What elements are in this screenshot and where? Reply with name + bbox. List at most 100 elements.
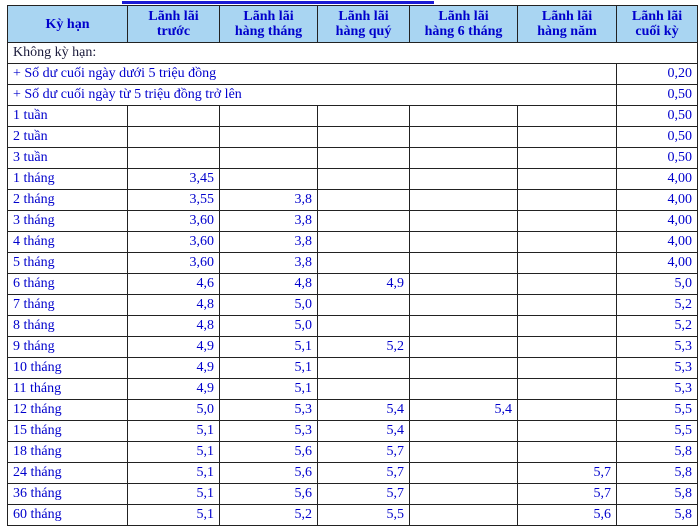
rate-cell: 3,45 [127,168,220,190]
term-cell: 6 tháng [7,273,128,295]
table-row: 11 tháng 4,9 5,1 5,3 [7,378,698,400]
rate-cell [409,189,518,211]
rate-cell [517,231,617,253]
rate-cell: 5,6 [219,483,318,505]
term-cell: 18 tháng [7,441,128,463]
term-cell: 10 tháng [7,357,128,379]
rate-cell [317,378,410,400]
interest-rate-table: Kỳ hạn Lãnh lãi trước Lãnh lãi hàng tháng … [7,5,698,526]
rate-cell: 5,1 [219,336,318,358]
rate-cell [409,483,518,505]
top-accent-line [122,1,434,4]
rate-cell [517,399,617,421]
rate-cell: 4,00 [616,231,698,253]
rate-cell [219,147,318,169]
rate-cell [409,168,518,190]
rate-cell [517,441,617,463]
rate-cell [517,273,617,295]
term-cell: 15 tháng [7,420,128,442]
rate-cell: 4,9 [127,336,220,358]
rate-cell [219,105,318,127]
rate-cell: 0,50 [616,126,698,148]
rate-cell: 5,1 [127,420,220,442]
table-row: 7 tháng 4,8 5,0 5,2 [7,294,698,316]
rate-cell [127,147,220,169]
term-cell: 11 tháng [7,378,128,400]
rate-cell: 5,6 [219,462,318,484]
table-row: 4 tháng 3,60 3,8 4,00 [7,231,698,253]
rate-cell: 5,1 [219,378,318,400]
rate-cell [219,168,318,190]
rate-cell: 3,60 [127,252,220,274]
term-cell: 8 tháng [7,315,128,337]
rate-cell: 5,2 [616,294,698,316]
rate-cell [517,294,617,316]
rate-cell: 5,0 [219,294,318,316]
table-row: 18 tháng 5,1 5,6 5,7 5,8 [7,441,698,463]
rate-cell: 5,1 [127,441,220,463]
table-row: 10 tháng 4,9 5,1 5,3 [7,357,698,379]
rate-cell [409,126,518,148]
demand-row: + Số dư cuối ngày dưới 5 triệu đồng 0,20 [7,63,698,85]
rate-cell: 3,60 [127,231,220,253]
rate-cell [317,210,410,232]
header-row: Kỳ hạn Lãnh lãi trước Lãnh lãi hàng tháng … [7,5,698,43]
col-header-interest-6-monthly: Lãnh lãi hàng 6 tháng [409,5,518,43]
term-cell: 7 tháng [7,294,128,316]
demand-row-rate: 0,50 [616,84,698,106]
term-cell: 3 tuần [7,147,128,169]
term-cell: 60 tháng [7,504,128,526]
rate-cell [317,126,410,148]
rate-cell: 5,4 [317,399,410,421]
table-row: 9 tháng 4,9 5,1 5,2 5,3 [7,336,698,358]
rate-cell [317,357,410,379]
rate-cell: 3,55 [127,189,220,211]
col-header-term: Kỳ hạn [7,5,128,43]
rate-cell: 5,5 [317,504,410,526]
rate-cell [517,420,617,442]
rate-cell: 4,9 [127,378,220,400]
table-row: 3 tháng 3,60 3,8 4,00 [7,210,698,232]
rate-cell [517,168,617,190]
rate-cell: 5,2 [317,336,410,358]
rate-cell: 5,1 [127,462,220,484]
rate-cell: 4,8 [127,294,220,316]
rate-cell: 3,8 [219,189,318,211]
rate-cell [127,126,220,148]
rate-cell: 4,00 [616,210,698,232]
col-header-interest-yearly: Lãnh lãi hàng năm [517,5,617,43]
group-label-row: Không kỳ hạn: [7,42,698,64]
rate-cell: 5,3 [616,336,698,358]
rate-cell: 4,00 [616,168,698,190]
table-row: 15 tháng 5,1 5,3 5,4 5,5 [7,420,698,442]
rate-cell [517,315,617,337]
term-cell: 4 tháng [7,231,128,253]
group-label: Không kỳ hạn: [7,42,698,64]
rate-cell: 5,2 [219,504,318,526]
term-cell: 9 tháng [7,336,128,358]
rate-cell: 5,0 [219,315,318,337]
rate-cell [409,336,518,358]
rate-cell: 4,00 [616,189,698,211]
table-row: 12 tháng 5,0 5,3 5,4 5,4 5,5 [7,399,698,421]
rate-cell: 5,4 [409,399,518,421]
rate-cell [409,357,518,379]
col-header-interest-monthly: Lãnh lãi hàng tháng [219,5,318,43]
term-cell: 12 tháng [7,399,128,421]
rate-cell: 5,3 [219,420,318,442]
rate-cell: 5,7 [317,441,410,463]
table-row: 2 tuần 0,50 [7,126,698,148]
rate-cell [517,357,617,379]
rate-cell: 4,9 [127,357,220,379]
table-row: 1 tháng 3,45 4,00 [7,168,698,190]
rate-cell: 5,8 [616,504,698,526]
rate-cell [409,441,518,463]
rate-cell: 5,1 [219,357,318,379]
rate-cell: 5,5 [616,399,698,421]
table-row: 5 tháng 3,60 3,8 4,00 [7,252,698,274]
rate-cell [409,315,518,337]
rate-cell [317,252,410,274]
rate-cell [517,336,617,358]
rate-cell [409,210,518,232]
rate-cell [517,105,617,127]
